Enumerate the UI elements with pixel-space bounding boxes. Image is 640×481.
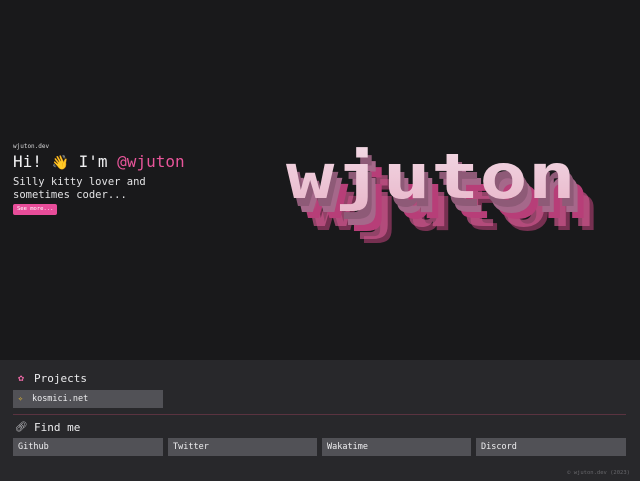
find-me-heading-text: Find me [34, 421, 81, 434]
project-link-label: kosmici.net [31, 394, 89, 404]
links-panel [0, 360, 640, 481]
dizzy-star-icon: ✧ [18, 394, 23, 403]
greeting-mid: I'm [78, 152, 108, 171]
flower-icon: ✿ [17, 373, 25, 384]
section-divider [13, 414, 626, 415]
twitter-link[interactable]: Twitter [168, 438, 317, 456]
logo-front-layer: wjuton [286, 140, 576, 213]
projects-heading: ✿ Projects [15, 372, 87, 385]
github-link[interactable]: Github [13, 438, 163, 456]
greeting-heading: Hi! 👋 I'm @wjuton [13, 152, 185, 171]
handle-text: @wjuton [117, 152, 185, 171]
project-link-kosmici[interactable]: ✧ kosmici.net [13, 390, 163, 408]
discord-link[interactable]: Discord [476, 438, 626, 456]
logo-3d-text: wjuton wjuton wjuton wjuton wjuton wjuto… [286, 140, 600, 245]
tagline: Silly kitty lover and sometimes coder... [13, 176, 146, 201]
find-me-heading: 🔗︎ Find me [15, 421, 80, 434]
site-label: wjuton.dev [13, 143, 50, 150]
greeting-prefix: Hi! [13, 152, 42, 171]
wakatime-link[interactable]: Wakatime [322, 438, 471, 456]
see-more-button[interactable]: See more... [13, 204, 58, 215]
projects-heading-text: Projects [34, 372, 87, 385]
footer-copyright: © wjuton.dev (2023) [567, 470, 630, 476]
wave-icon: 👋 [51, 155, 69, 171]
link-icon: 🔗︎ [15, 422, 28, 433]
hero-section: wjuton.dev Hi! 👋 I'm @wjuton Silly kitty… [0, 0, 640, 360]
